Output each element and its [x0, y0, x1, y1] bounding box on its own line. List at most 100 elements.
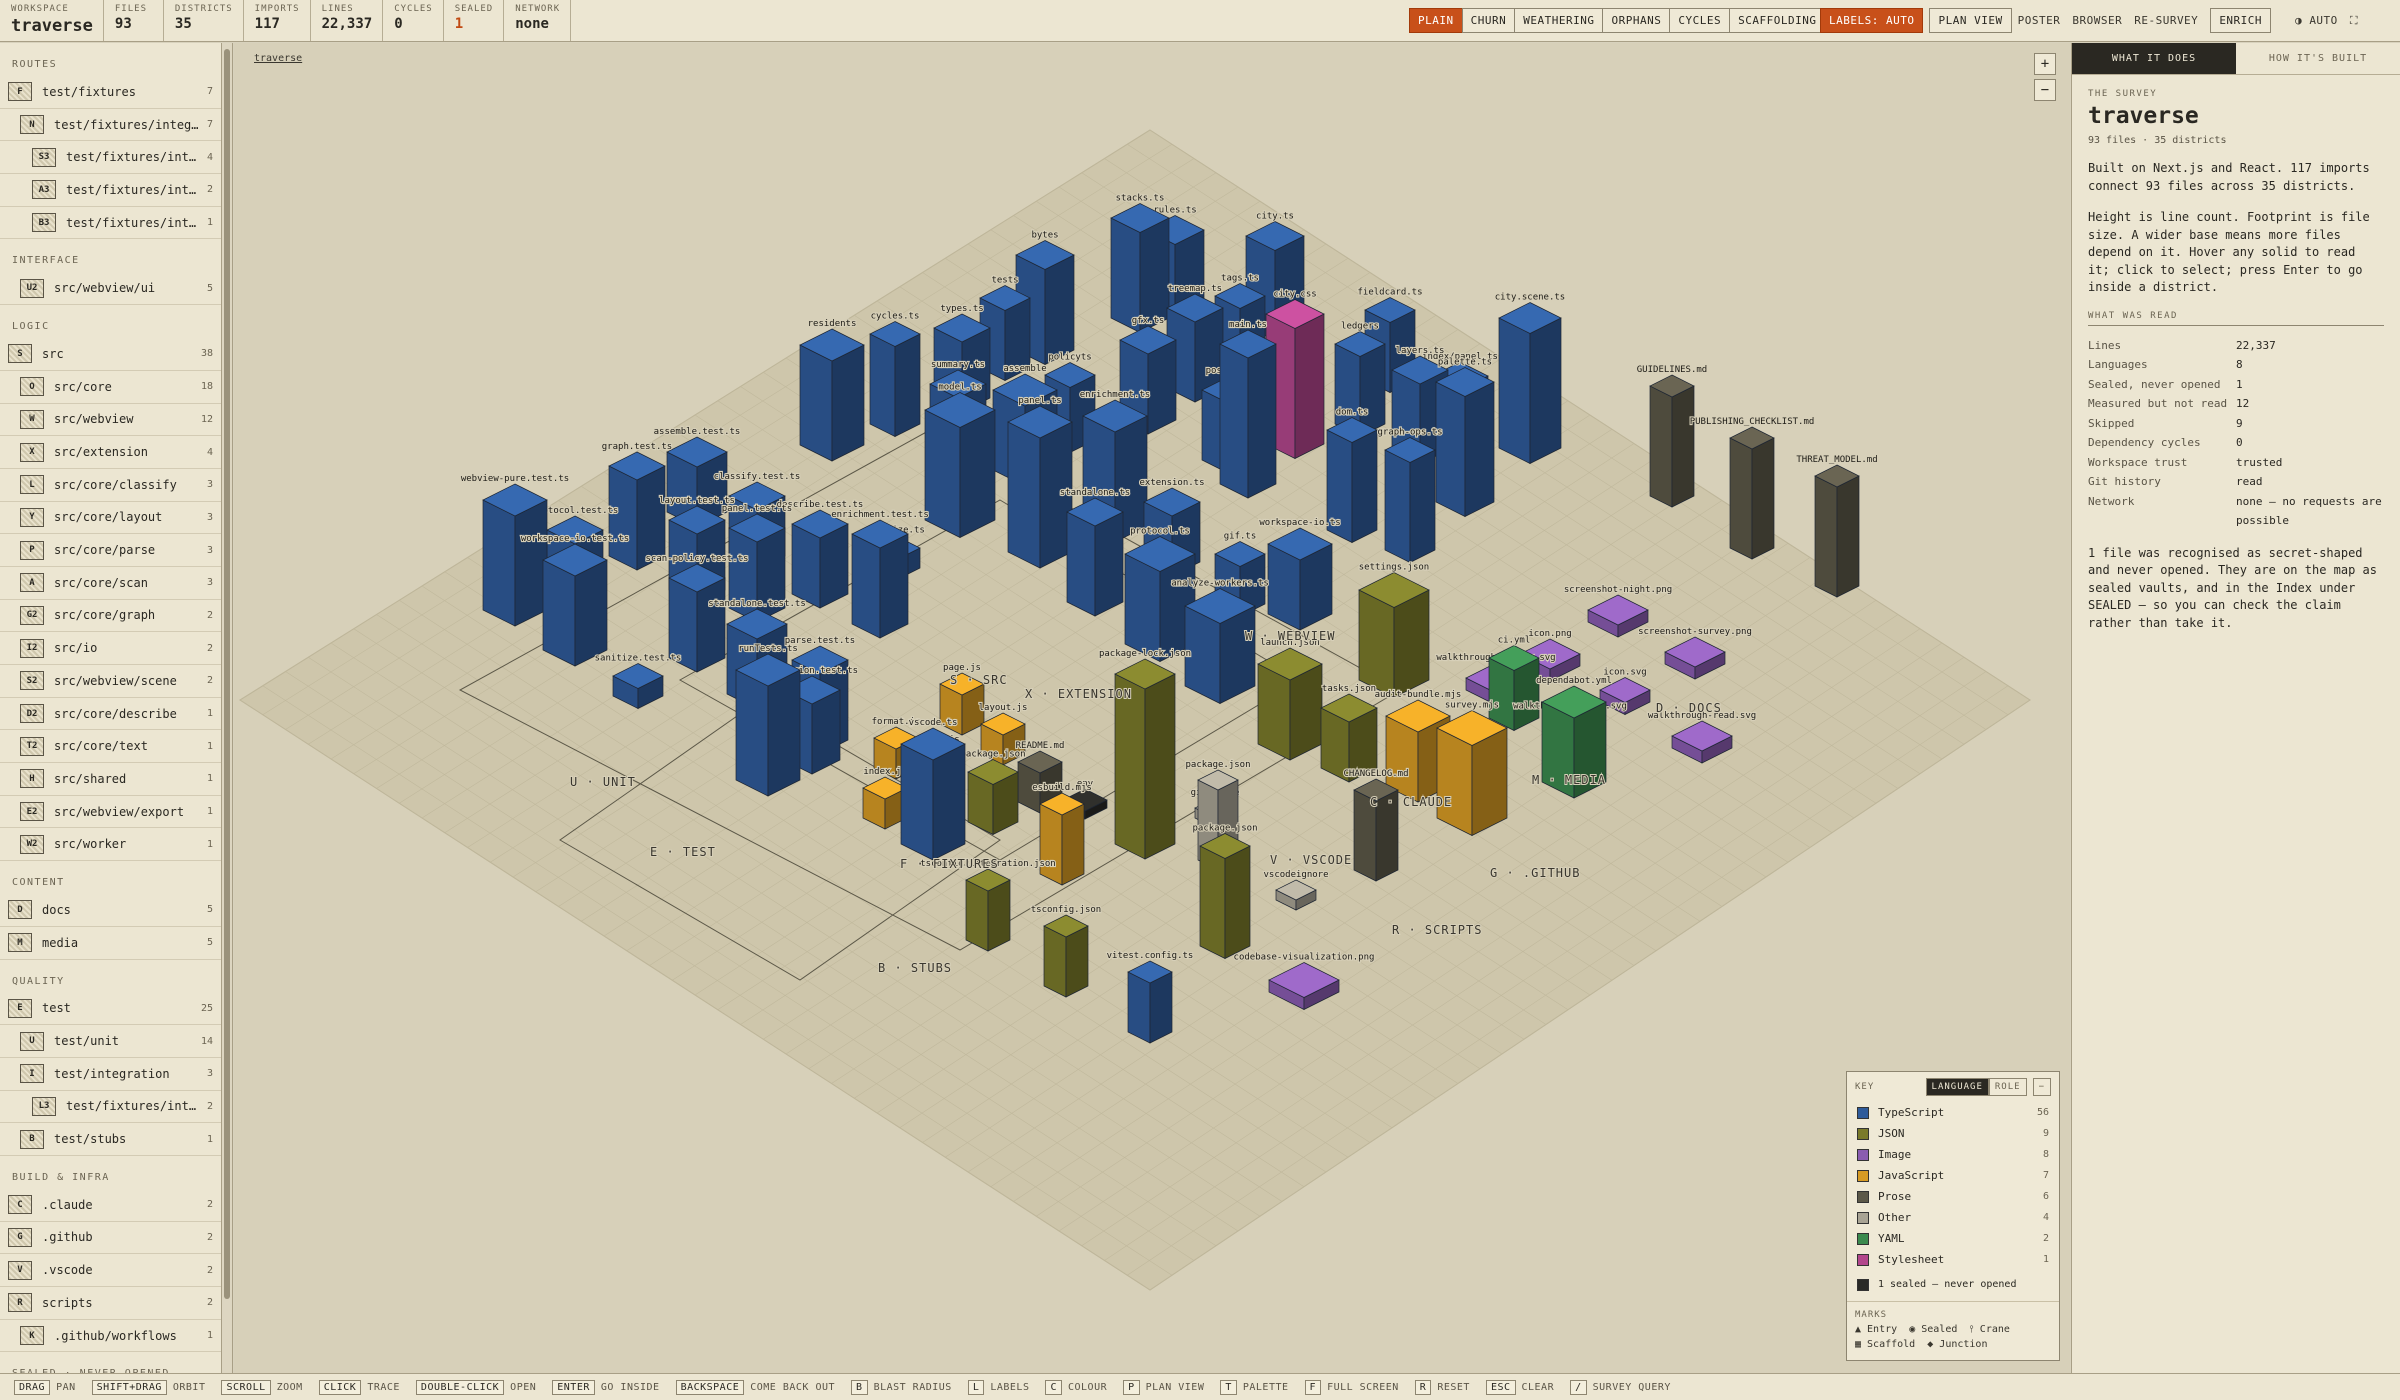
sidebar-item-label: test/fixtures	[42, 84, 136, 99]
key-tab-role[interactable]: ROLE	[1988, 1078, 2027, 1096]
sidebar-item-count: 2	[206, 184, 213, 196]
link-browser[interactable]: BROWSER	[2066, 9, 2128, 32]
building-face	[1114, 673, 1146, 860]
building-label: palette.ts	[1438, 358, 1492, 368]
sidebar-item-label: media	[42, 935, 79, 950]
sidebar-item-test-fixtures-integr-[interactable]: Ntest/fixtures/integr… 7	[0, 109, 221, 142]
sidebar-item-media[interactable]: Mmedia 5	[0, 927, 221, 960]
sidebar-item-test-fixtures[interactable]: Ftest/fixtures 7	[0, 76, 221, 109]
building-face	[894, 333, 921, 438]
sidebar-item-scripts[interactable]: Rscripts 2	[0, 1287, 221, 1320]
key-collapse-button[interactable]: −	[2032, 1078, 2051, 1096]
key-row-json[interactable]: JSON 9	[1847, 1123, 2059, 1144]
mode-plain-button[interactable]: PLAIN	[1409, 8, 1463, 33]
building-label: extension.ts	[1139, 478, 1204, 488]
sidebar-item-src-core[interactable]: Osrc/core 18	[0, 371, 221, 404]
tab-what-it-does[interactable]: WHAT IT DOES	[2072, 43, 2236, 75]
building-stacks-ts[interactable]: stacks.ts	[1110, 192, 1170, 334]
sidebar-item--vscode[interactable]: V .vscode 2	[0, 1254, 221, 1287]
sidebar-item-src-worker[interactable]: W2 src/worker 1	[0, 828, 221, 862]
building-model-ts[interactable]: model.ts	[924, 381, 996, 539]
link-re-survey[interactable]: RE-SURVEY	[2128, 9, 2204, 32]
building-face	[1149, 971, 1173, 1044]
theme-toggle[interactable]: ◑ AUTO	[2289, 9, 2344, 32]
building-main-ts[interactable]: main.ts	[1219, 319, 1277, 499]
building-runtests-ts[interactable]: runTests.ts	[735, 643, 801, 797]
building-face	[924, 409, 961, 539]
district-label: R · SCRIPTS	[1392, 923, 1482, 937]
sidebar-item-src-core-describe[interactable]: D2 src/core/describe 1	[0, 698, 221, 731]
building-residents[interactable]: residents	[799, 318, 865, 462]
sidebar-item-test-unit[interactable]: Utest/unit 14	[0, 1025, 221, 1058]
building-index-js[interactable]: index.js	[862, 766, 908, 830]
sidebar-item-src-core-layout[interactable]: Ysrc/core/layout 3	[0, 502, 221, 535]
sidebar-item-test[interactable]: Etest 25	[0, 993, 221, 1026]
district-badge-icon: H	[20, 769, 44, 789]
mode-scaffolding-button[interactable]: SCAFFOLDING	[1729, 8, 1826, 33]
mode-churn-button[interactable]: CHURN	[1461, 8, 1516, 33]
sidebar-item-src-core-classify[interactable]: Lsrc/core/classify 3	[0, 469, 221, 502]
key-row-other[interactable]: Other 4	[1847, 1207, 2059, 1228]
building-face	[965, 879, 989, 952]
sidebar-item--github[interactable]: G .github 2	[0, 1222, 221, 1255]
sidebar-item-src-core-parse[interactable]: Psrc/core/parse 3	[0, 534, 221, 567]
hint-key: P	[1123, 1379, 1140, 1395]
key-row-image[interactable]: Image 8	[1847, 1144, 2059, 1165]
sidebar-item-src-webview[interactable]: Wsrc/webview 12	[0, 404, 221, 437]
key-label: Image	[1878, 1148, 1912, 1161]
mode-weathering-button[interactable]: WEATHERING	[1514, 8, 1604, 33]
building-label: screenshot-survey.png	[1638, 627, 1752, 637]
mark-junction: ◆ Junction	[1927, 1339, 1988, 1350]
sidebar-item-test-fixtures-inte-[interactable]: B3 test/fixtures/inte… 1	[0, 207, 221, 240]
sidebar-item-src-webview-ui[interactable]: U2 src/webview/ui 5	[0, 272, 221, 306]
sidebar-item-test-fixtures-inte-[interactable]: L3 test/fixtures/inte… 2	[0, 1091, 221, 1124]
fullscreen-icon[interactable]: ⛶	[2344, 9, 2364, 33]
sidebar-item-test-integration[interactable]: Itest/integration 3	[0, 1058, 221, 1091]
sidebar-item-test-fixtures-inte-[interactable]: A3 test/fixtures/inte… 2	[0, 174, 221, 207]
sidebar-item--github-workflows[interactable]: K .github/workflows 1	[0, 1320, 221, 1353]
building-label: enrichment.test.ts	[831, 510, 929, 520]
sidebar-item-test-fixtures-inte-[interactable]: S3 test/fixtures/inte… 4	[0, 141, 221, 175]
sidebar-item-src-core-scan[interactable]: Asrc/core/scan 3	[0, 567, 221, 600]
sidebar-item-src-extension[interactable]: Xsrc/extension 4	[0, 436, 221, 469]
key-row-typescript[interactable]: TypeScript 56	[1847, 1102, 2059, 1123]
sidebar-item-src-shared[interactable]: Hsrc/shared 1	[0, 763, 221, 796]
building-label: codebase-visualization.png	[1234, 953, 1375, 963]
key-row-prose[interactable]: Prose 6	[1847, 1186, 2059, 1207]
stat-value: 1	[454, 16, 464, 32]
sidebar-item-test-stubs[interactable]: Btest/stubs 1	[0, 1123, 221, 1156]
key-row-javascript[interactable]: JavaScript 7	[1847, 1165, 2059, 1186]
plan-view-button[interactable]: PLAN VIEW	[1929, 8, 2012, 33]
building-palette-ts[interactable]: palette.ts	[1435, 356, 1495, 518]
sidebar-item-src[interactable]: Ssrc 38	[0, 338, 221, 371]
district-label: V · VSCODE	[1270, 853, 1352, 867]
sidebar-item--claude[interactable]: C .claude 2	[0, 1189, 221, 1222]
sidebar-item-src-io[interactable]: I2 src/io 2	[0, 632, 221, 665]
city-scene[interactable]: rules.tsstacks.tscity.tsbytestags.tstest…	[234, 43, 2070, 1373]
hint-key: L	[967, 1379, 985, 1395]
tab-how-its-built[interactable]: HOW IT'S BUILT	[2236, 43, 2400, 75]
sidebar-item-count: 14	[200, 1035, 213, 1047]
key-tab-language[interactable]: LANGUAGE	[1925, 1078, 1989, 1096]
labels-auto-button[interactable]: LABELS: AUTO	[1820, 8, 1924, 33]
enrich-button[interactable]: ENRICH	[2210, 8, 2272, 33]
building-vscode-ts[interactable]: vscode.ts	[900, 717, 966, 861]
mode-orphans-button[interactable]: ORPHANS	[1602, 8, 1671, 33]
mode-cycles-button[interactable]: CYCLES	[1669, 8, 1731, 33]
scrollbar-thumb[interactable]	[224, 49, 230, 1299]
sidebar-item-src-webview-export[interactable]: E2 src/webview/export 1	[0, 796, 221, 829]
key-row-stylesheet[interactable]: Stylesheet 1	[1847, 1249, 2059, 1270]
key-row-yaml[interactable]: YAML 2	[1847, 1228, 2059, 1249]
building-face	[1435, 381, 1466, 518]
building-label: settings.json	[1359, 563, 1429, 573]
link-poster[interactable]: POSTER	[2012, 9, 2067, 32]
sidebar-item-docs[interactable]: Ddocs 5	[0, 894, 221, 927]
sidebar-item-src-core-text[interactable]: T2 src/core/text 1	[0, 730, 221, 764]
building-cycles-ts[interactable]: cycles.ts	[869, 310, 921, 438]
city-map[interactable]: traverse + − rules.ts stacks.ts city.ts byt…	[234, 43, 2070, 1373]
building-city-scene-ts[interactable]: city.scene.ts	[1494, 291, 1566, 465]
building-panel-ts[interactable]: panel.ts	[1007, 395, 1073, 569]
sidebar-item-src-core-graph[interactable]: G2 src/core/graph 2	[0, 600, 221, 633]
sidebar-item-src-webview-scene[interactable]: S2 src/webview/scene 2	[0, 665, 221, 698]
sidebar-scrollbar[interactable]	[222, 43, 233, 1373]
